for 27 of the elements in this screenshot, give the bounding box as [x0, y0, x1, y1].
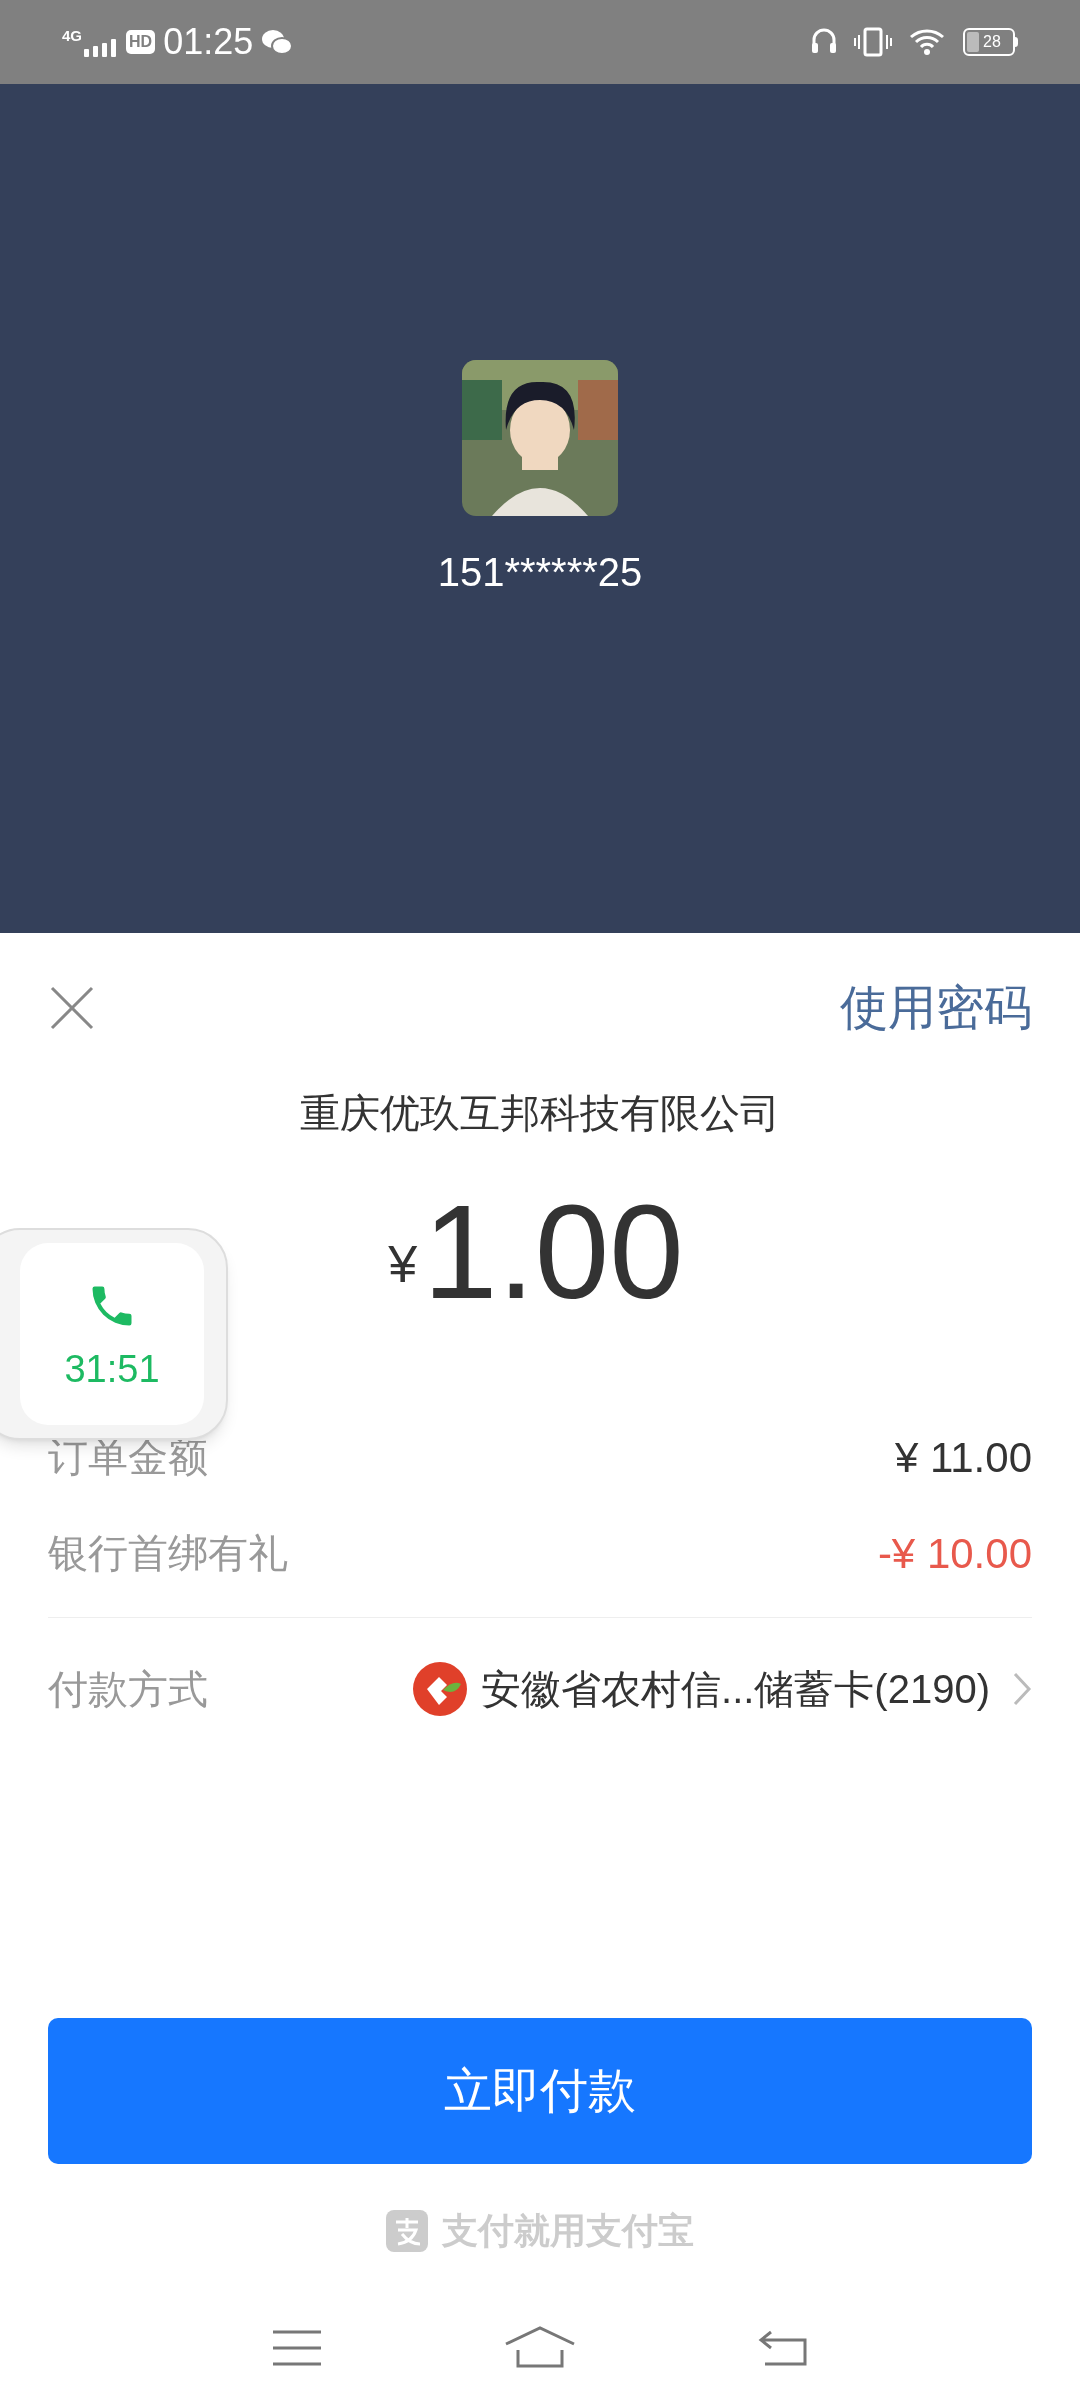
alipay-logo-icon: [386, 2210, 428, 2252]
call-duration: 31:51: [64, 1350, 160, 1388]
clock-time: 01:25: [163, 24, 254, 60]
row-label: 付款方式: [48, 1666, 208, 1713]
close-icon[interactable]: [48, 984, 96, 1032]
account-number: 151******25: [437, 549, 643, 596]
network-label: 4G: [62, 27, 82, 43]
currency-symbol: ¥: [388, 1234, 418, 1295]
signal-icon: [84, 36, 118, 57]
use-password-link[interactable]: 使用密码: [840, 972, 1032, 1044]
payment-method-row[interactable]: 付款方式 安徽省农村信...储蓄卡(2190): [48, 1618, 1032, 1760]
payment-amount: 1.00: [423, 1185, 684, 1319]
merchant-name: 重庆优玖互邦科技有限公司: [300, 1093, 780, 1133]
row-value: -¥ 10.00: [877, 1528, 1032, 1579]
bank-logo-icon: [413, 1662, 468, 1716]
menu-icon[interactable]: [270, 2328, 323, 2368]
bank-card-name: 安徽省农村信...储蓄卡(2190): [481, 1666, 990, 1713]
chevron-right-icon: [1012, 1671, 1032, 1707]
battery-fill: [967, 32, 979, 52]
hd-badge: HD: [126, 30, 156, 54]
row-label: 银行首绑有礼: [48, 1530, 288, 1577]
battery-level: 28: [983, 34, 1001, 50]
vibrate-icon: [853, 27, 893, 57]
home-icon[interactable]: [504, 2326, 576, 2370]
row-value: ¥ 11.00: [895, 1432, 1032, 1483]
pay-now-button[interactable]: 立即付款: [48, 2018, 1032, 2164]
back-icon[interactable]: [757, 2328, 810, 2368]
